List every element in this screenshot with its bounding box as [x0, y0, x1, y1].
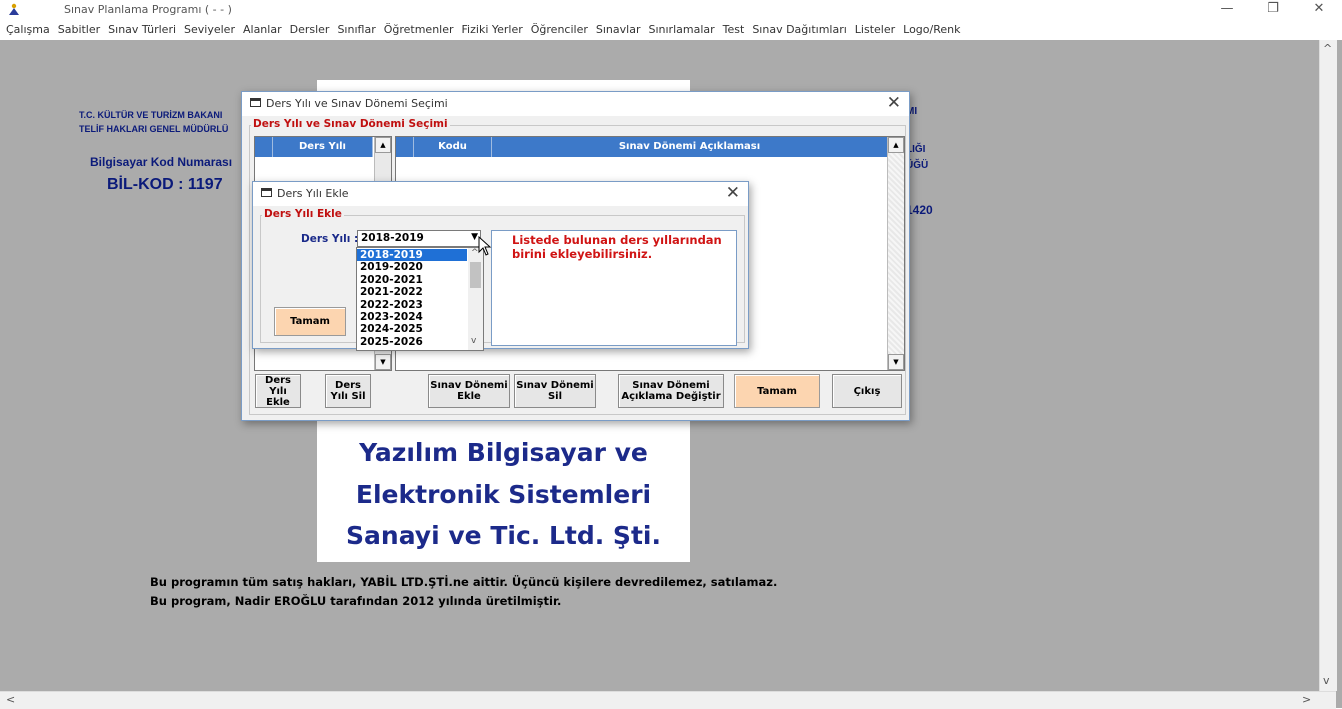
- menu-item[interactable]: Öğretmenler: [380, 20, 458, 40]
- list-item[interactable]: 2022-2023: [357, 299, 467, 311]
- menu-item[interactable]: Dersler: [286, 20, 334, 40]
- year-field-label: Ders Yılı :: [301, 233, 359, 245]
- footer-line1: Bu programın tüm satış hakları, YABİL LT…: [150, 575, 778, 589]
- restore-button[interactable]: ❐: [1250, 0, 1296, 20]
- ministry-line1: T.C. KÜLTÜR VE TURİZM BAKANI: [79, 110, 223, 120]
- list-item[interactable]: 2019-2020: [357, 261, 467, 273]
- company-line3: Sanayi ve Tic. Ltd. Şti.: [346, 521, 661, 550]
- add-ok-button[interactable]: Tamam: [274, 307, 346, 336]
- scroll-down-icon[interactable]: v: [1323, 674, 1330, 687]
- list-item[interactable]: 2021-2022: [357, 286, 467, 298]
- vertical-scrollbar[interactable]: ^ v: [1319, 40, 1337, 691]
- menu-item[interactable]: Fiziki Yerler: [458, 20, 527, 40]
- menu-item[interactable]: Öğrenciler: [527, 20, 592, 40]
- cursor-icon: [478, 236, 492, 256]
- window-icon: [250, 98, 261, 107]
- exit-button[interactable]: Çıkış: [832, 374, 902, 408]
- add-year-dialog: Ders Yılı Ekle ✕ Ders Yılı Ekle Ders Yıl…: [252, 181, 749, 349]
- ok-button[interactable]: Tamam: [734, 374, 820, 408]
- delete-year-button[interactable]: Ders Yılı Sil: [325, 374, 371, 408]
- scroll-up-icon[interactable]: ^: [1323, 42, 1332, 55]
- list-item[interactable]: 2025-2026: [357, 336, 467, 348]
- list-item[interactable]: 2024-2025: [357, 323, 467, 335]
- window-title: Sınav Planlama Programı ( - - ): [64, 3, 232, 16]
- list-item[interactable]: 2018-2019: [357, 249, 467, 262]
- scroll-down-icon[interactable]: ▼: [375, 354, 391, 370]
- scroll-thumb[interactable]: [470, 262, 481, 288]
- list-item[interactable]: 2023-2024: [357, 311, 467, 323]
- scroll-up-icon[interactable]: ▲: [375, 137, 391, 153]
- scroll-left-icon[interactable]: <: [6, 693, 15, 706]
- company-line1: Yazılım Bilgisayar ve: [359, 438, 648, 467]
- combobox-value: 2018-2019: [361, 232, 424, 244]
- add-year-button[interactable]: Ders Yılı Ekle: [255, 374, 301, 408]
- grid-header-year: Ders Yılı: [273, 137, 373, 157]
- grid-scrollbar[interactable]: ▲ ▼: [887, 137, 904, 370]
- add-exam-period-button[interactable]: Sınav Dönemi Ekle: [428, 374, 510, 408]
- chevron-down-icon[interactable]: ▼: [471, 232, 478, 242]
- menu-item[interactable]: Test: [719, 20, 749, 40]
- close-button[interactable]: ✕: [1296, 0, 1342, 20]
- menu-item[interactable]: Seviyeler: [180, 20, 239, 40]
- info-box: Listede bulunan ders yıllarından birini …: [491, 230, 737, 346]
- menu-item[interactable]: Listeler: [851, 20, 899, 40]
- code-label: Bilgisayar Kod Numarası: [90, 155, 233, 169]
- grid-header-code: Kodu: [414, 137, 492, 157]
- close-icon[interactable]: ✕: [887, 93, 901, 113]
- dialog-title-bar: Ders Yılı ve Sınav Dönemi Seçimi ✕: [242, 92, 909, 116]
- menu-item[interactable]: Sınırlamalar: [644, 20, 718, 40]
- window-icon: [261, 188, 272, 197]
- menu-item[interactable]: Logo/Renk: [899, 20, 964, 40]
- right-fragment: 1420: [906, 203, 933, 217]
- menu-item[interactable]: Alanlar: [239, 20, 286, 40]
- scroll-down-icon[interactable]: v: [471, 336, 476, 346]
- group-label: Ders Yılı ve Sınav Dönemi Seçimi: [251, 118, 450, 130]
- year-dropdown-list[interactable]: 2018-2019 2019-2020 2020-2021 2021-2022 2022…: [356, 247, 484, 351]
- scroll-down-icon[interactable]: ▼: [888, 354, 904, 370]
- dialog-title: Ders Yılı Ekle: [277, 187, 349, 200]
- bil-kod: BİL-KOD : 1197: [107, 176, 223, 193]
- year-combobox[interactable]: 2018-2019 ▼: [357, 230, 481, 247]
- delete-exam-period-button[interactable]: Sınav Dönemi Sil: [514, 374, 596, 408]
- row-header: [396, 137, 414, 157]
- title-bar: Sınav Planlama Programı ( - - ) — ❐ ✕: [0, 0, 1342, 20]
- horizontal-scrollbar[interactable]: < >: [0, 691, 1336, 709]
- scroll-up-icon[interactable]: ▲: [888, 137, 904, 153]
- menu-item[interactable]: Sabitler: [54, 20, 104, 40]
- list-scrollbar[interactable]: ^ v: [468, 248, 483, 350]
- menu-item[interactable]: Sınav Türleri: [104, 20, 180, 40]
- row-header: [255, 137, 273, 157]
- menu-item[interactable]: Sınıflar: [333, 20, 379, 40]
- menu-item[interactable]: Sınavlar: [592, 20, 645, 40]
- info-text: Listede bulunan ders yıllarından birini …: [512, 233, 722, 261]
- company-line2: Elektronik Sistemleri: [355, 480, 652, 509]
- dialog-title-bar: Ders Yılı Ekle ✕: [253, 182, 748, 206]
- minimize-button[interactable]: —: [1204, 0, 1250, 20]
- change-description-button[interactable]: Sınav Dönemi Açıklama Değiştir: [618, 374, 724, 408]
- scroll-right-icon[interactable]: >: [1302, 693, 1311, 706]
- menu-item[interactable]: Sınav Dağıtımları: [748, 20, 850, 40]
- list-item[interactable]: 2020-2021: [357, 274, 467, 286]
- menu-item[interactable]: Çalışma: [2, 20, 54, 40]
- dialog-title: Ders Yılı ve Sınav Dönemi Seçimi: [266, 97, 448, 110]
- footer-line2: Bu program, Nadir EROĞLU tarafından 2012…: [150, 594, 562, 608]
- app-icon: [9, 3, 19, 15]
- menu-bar: Çalışma Sabitler Sınav Türleri Seviyeler Ala…: [0, 20, 1342, 40]
- group-label: Ders Yılı Ekle: [262, 208, 344, 220]
- ministry-line2: TELİF HAKLARI GENEL MÜDÜRLÜ: [79, 124, 229, 134]
- grid-header-description: Sınav Dönemi Açıklaması: [492, 137, 888, 157]
- close-icon[interactable]: ✕: [726, 183, 740, 203]
